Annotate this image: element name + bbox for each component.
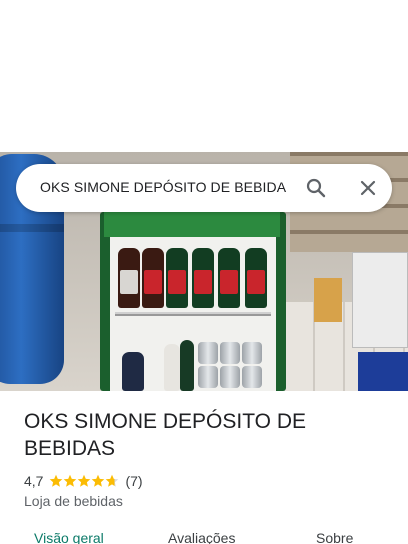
- place-tabs: Visão geral Avaliações Sobre: [0, 530, 408, 544]
- photo-can: [198, 342, 218, 364]
- rating-row[interactable]: 4,7 (7): [24, 471, 143, 491]
- photo-fridge-header: [104, 212, 280, 237]
- search-bar[interactable]: OKS SIMONE DEPÓSITO DE BEBIDA: [16, 164, 392, 212]
- photo-bottle: [218, 248, 240, 308]
- place-page: OKS SIMONE DEPÓSITO DE BEBIDA OKS SIMONE…: [0, 0, 408, 544]
- photo-can: [242, 342, 262, 364]
- photo-can: [220, 366, 240, 388]
- photo-water-jug-ring: [0, 224, 64, 232]
- search-icon[interactable]: [304, 176, 328, 200]
- rating-value: 4,7: [24, 473, 44, 489]
- photo-bottle: [180, 340, 194, 391]
- photo-bottle: [122, 352, 144, 391]
- photo-freezer: [352, 252, 408, 348]
- photo-can: [220, 342, 240, 364]
- photo-can: [242, 366, 262, 388]
- photo-boxes: [314, 278, 342, 322]
- tab-overview[interactable]: Visão geral: [34, 530, 104, 544]
- star-icon: [78, 474, 91, 487]
- photo-bottle: [166, 248, 188, 308]
- close-icon[interactable]: [356, 176, 380, 200]
- place-category[interactable]: Loja de bebidas: [24, 493, 123, 509]
- photo-bottle: [164, 344, 180, 391]
- photo-bottle: [142, 248, 164, 308]
- star-icon: [50, 474, 63, 487]
- photo-bottle: [245, 248, 267, 308]
- star-icon: [92, 474, 105, 487]
- tab-reviews[interactable]: Avaliações: [168, 530, 235, 544]
- photo-crate: [358, 352, 408, 391]
- photo-fridge-shelf: [115, 312, 271, 316]
- search-input[interactable]: OKS SIMONE DEPÓSITO DE BEBIDA: [40, 179, 286, 195]
- photo-can: [198, 366, 218, 388]
- star-icon: [106, 474, 119, 487]
- star-icon: [64, 474, 77, 487]
- tab-about[interactable]: Sobre: [316, 530, 353, 544]
- photo-bottle: [192, 248, 214, 308]
- photo-bottle: [118, 248, 140, 308]
- place-title: OKS SIMONE DEPÓSITO DE BEBIDAS: [24, 410, 307, 460]
- review-count[interactable]: (7): [125, 473, 142, 489]
- star-rating: [49, 474, 119, 488]
